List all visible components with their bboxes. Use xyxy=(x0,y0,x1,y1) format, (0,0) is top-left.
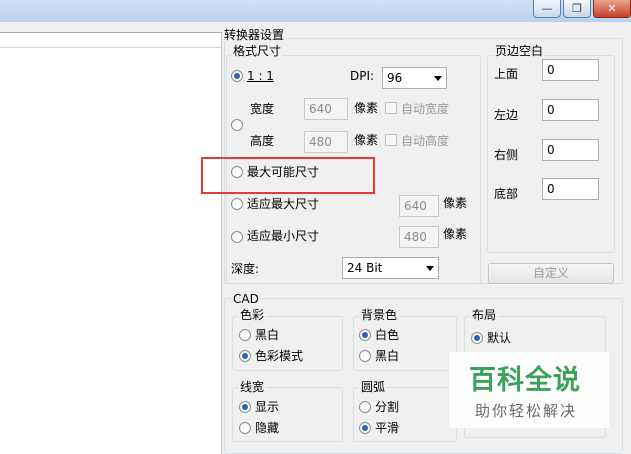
one-to-one-radio[interactable] xyxy=(231,70,243,82)
arc-title: 圆弧 xyxy=(359,380,388,394)
file-list-header-divider xyxy=(0,47,222,48)
restore-icon: ❐ xyxy=(572,2,582,15)
color-bw-label: 黑白 xyxy=(255,328,280,342)
highlight-box xyxy=(201,157,375,194)
margin-left-label: 左边 xyxy=(494,108,519,122)
auto-height-label: 自动高度 xyxy=(401,134,450,148)
depth-select[interactable]: 24 Bit xyxy=(342,257,439,279)
depth-label: 深度: xyxy=(231,262,260,276)
margin-top-input[interactable]: 0 xyxy=(542,59,599,81)
close-button[interactable]: ✕ xyxy=(593,0,631,18)
color-bw-radio[interactable] xyxy=(239,329,251,341)
width-input[interactable]: 640 xyxy=(304,98,348,120)
line-width-hide-radio[interactable] xyxy=(239,422,251,434)
fit-max-input[interactable]: 640 xyxy=(399,195,439,217)
color-title: 色彩 xyxy=(238,308,267,322)
fit-min-label: 适应最小尺寸 xyxy=(247,229,320,243)
cad-title: CAD xyxy=(231,292,261,306)
arc-split-label: 分割 xyxy=(375,400,400,414)
color-mode-label: 色彩模式 xyxy=(255,349,304,363)
arc-smooth-label: 平滑 xyxy=(375,421,400,435)
fit-min-radio[interactable] xyxy=(231,231,243,243)
auto-width-label: 自动宽度 xyxy=(401,102,450,116)
converter-settings-title: 转换器设置 xyxy=(224,28,287,42)
margin-left-input[interactable]: 0 xyxy=(542,99,599,121)
background-white-radio[interactable] xyxy=(359,329,371,341)
fit-max-unit: 像素 xyxy=(443,196,468,210)
margin-top-label: 上面 xyxy=(494,67,519,81)
custom-button[interactable]: 自定义 xyxy=(488,263,614,284)
background-black-label: 黑白 xyxy=(375,349,400,363)
background-white-label: 白色 xyxy=(375,328,400,342)
format-size-title: 格式尺寸 xyxy=(231,44,284,58)
chevron-down-icon xyxy=(434,76,442,81)
custom-size-radio[interactable] xyxy=(231,119,243,131)
depth-value: 24 Bit xyxy=(347,261,383,275)
auto-height-checkbox[interactable] xyxy=(385,134,397,146)
layout-default-radio[interactable] xyxy=(471,332,483,344)
line-width-group xyxy=(232,387,343,442)
line-width-hide-label: 隐藏 xyxy=(255,421,280,435)
auto-width-checkbox[interactable] xyxy=(385,102,397,114)
fit-min-unit: 像素 xyxy=(443,227,468,241)
arc-group xyxy=(353,387,457,442)
restore-button[interactable]: ❐ xyxy=(563,0,591,18)
margin-bottom-input[interactable]: 0 xyxy=(542,178,599,200)
dpi-select[interactable]: 96 xyxy=(382,67,447,89)
watermark: 百科全说 助你轻松解决 xyxy=(449,352,609,428)
width-label: 宽度 xyxy=(250,102,275,116)
arc-split-radio[interactable] xyxy=(359,401,371,413)
width-unit: 像素 xyxy=(354,101,379,115)
dpi-label: DPI: xyxy=(350,69,375,83)
line-width-show-radio[interactable] xyxy=(239,401,251,413)
fit-max-radio[interactable] xyxy=(231,198,243,210)
background-group xyxy=(353,316,457,371)
layout-title: 布局 xyxy=(470,308,499,322)
height-unit: 像素 xyxy=(354,133,379,147)
watermark-title: 百科全说 xyxy=(469,365,581,396)
background-black-radio[interactable] xyxy=(359,350,371,362)
fit-min-input[interactable]: 480 xyxy=(399,226,439,248)
dpi-value: 96 xyxy=(387,71,403,85)
minimize-icon: — xyxy=(541,2,553,15)
file-list-pane[interactable] xyxy=(0,32,222,454)
line-width-show-label: 显示 xyxy=(255,400,280,414)
height-input[interactable]: 480 xyxy=(304,131,348,153)
fit-max-label: 适应最大尺寸 xyxy=(247,197,320,211)
close-icon: ✕ xyxy=(607,2,617,15)
background-title: 背景色 xyxy=(359,308,400,322)
margin-right-label: 右侧 xyxy=(494,148,519,162)
margin-bottom-label: 底部 xyxy=(494,187,519,201)
layout-default-label: 默认 xyxy=(487,331,512,345)
arc-smooth-radio[interactable] xyxy=(359,422,371,434)
watermark-subtitle: 助你轻松解决 xyxy=(475,402,578,420)
margin-right-input[interactable]: 0 xyxy=(542,139,599,161)
color-mode-radio[interactable] xyxy=(239,350,251,362)
chevron-down-icon xyxy=(426,266,434,271)
one-to-one-label: 1 : 1 xyxy=(247,69,274,83)
minimize-button[interactable]: — xyxy=(533,0,561,18)
height-label: 高度 xyxy=(250,134,275,148)
line-width-title: 线宽 xyxy=(238,380,267,394)
margins-title: 页边空白 xyxy=(493,44,546,58)
